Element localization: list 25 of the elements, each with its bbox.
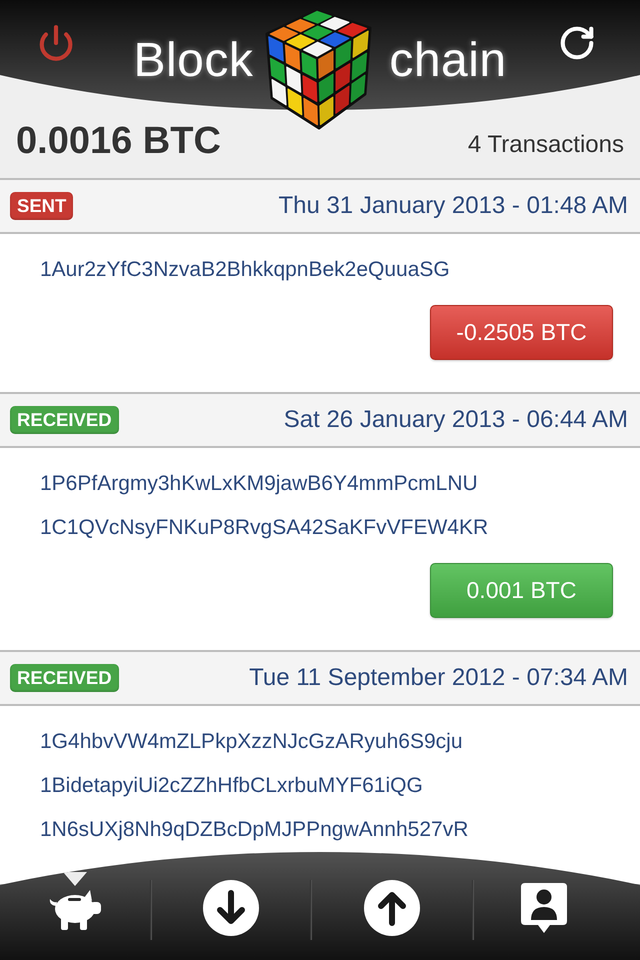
date-text: Tue 11 September 2012 - 07:34 AM	[249, 664, 628, 692]
power-icon	[37, 24, 75, 62]
power-button[interactable]	[37, 24, 75, 62]
address-text: 1N6sUXj8Nh9qDZBcDpMJPPngwAnnh527vR	[40, 817, 470, 843]
balance-amount: 0.0016 BTC	[16, 120, 221, 162]
tab-pointer-icon	[63, 872, 87, 886]
piggy-bank-icon	[48, 889, 102, 931]
status-badge: SENT	[10, 192, 74, 220]
date-text: Sat 26 January 2013 - 06:44 AM	[284, 406, 628, 434]
refresh-button[interactable]	[558, 24, 596, 62]
transaction-count: 4 Transactions	[468, 131, 624, 159]
amount-button[interactable]: -0.2505 BTC	[430, 305, 613, 360]
refresh-icon	[558, 24, 596, 62]
status-badge: RECEIVED	[10, 664, 119, 692]
logo-text: Block	[133, 37, 254, 85]
logo-text: chain	[389, 37, 507, 85]
contact-card-icon	[521, 883, 567, 933]
address-text: 1G4hbvVW4mZLPkpXzzNJcGzARyuh6S9cju	[40, 729, 464, 755]
status-badge: RECEIVED	[10, 406, 119, 434]
amount-button[interactable]: 0.001 BTC	[430, 563, 613, 618]
address-text: 1Aur2zYfC3NzvaB2BhkkqpnBek2eQuuaSG	[40, 257, 451, 283]
address-text: 1BidetapyiUi2cZZhHfbCLxrbuMYF61iQG	[40, 773, 424, 799]
address-text: 1P6PfArgmy3hKwLxKM9jawB6Y4mmPcmLNU	[40, 471, 479, 497]
address-text: 1C1QVcNsyFNKuP8RvgSA42SaKFvVFEW4KR	[40, 515, 490, 541]
date-text: Thu 31 January 2013 - 01:48 AM	[278, 192, 628, 220]
